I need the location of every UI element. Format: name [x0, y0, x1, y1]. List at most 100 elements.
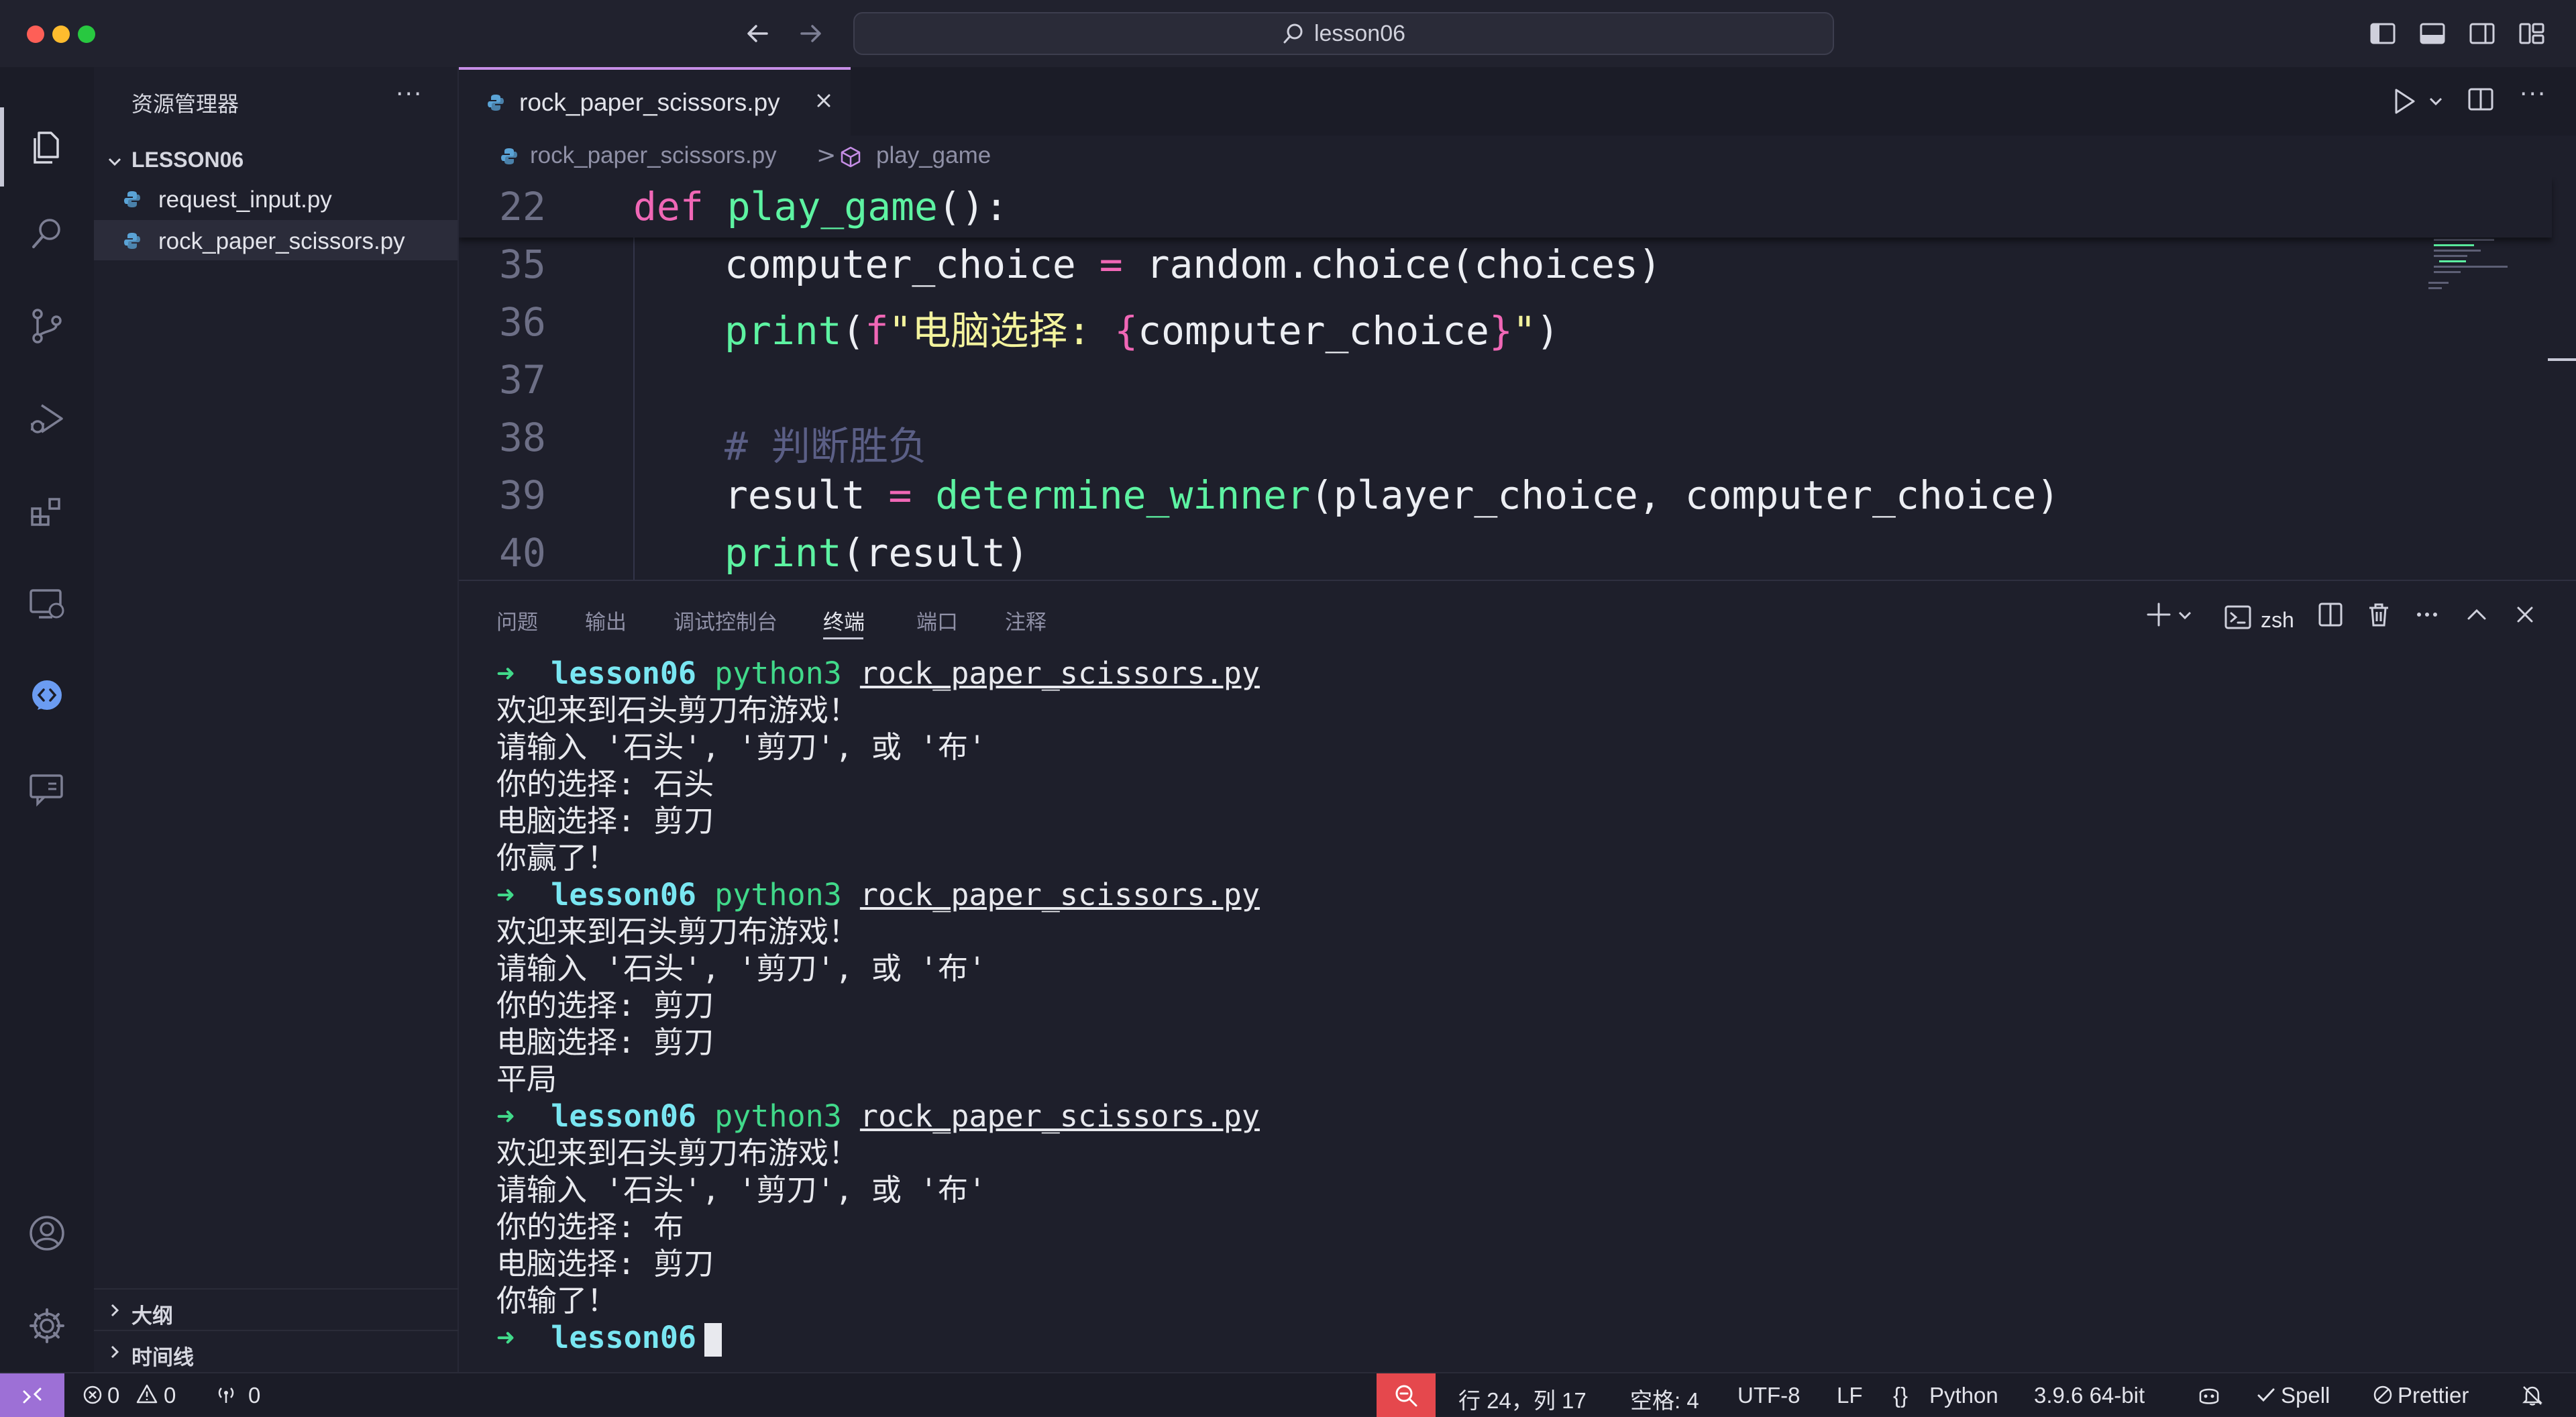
timeline-section[interactable]: 时间线 [94, 1330, 459, 1371]
terminal-line: 你的选择: 剪刀 [496, 988, 714, 1023]
code-operator: = [1075, 242, 1146, 287]
python-file-icon [488, 95, 504, 111]
python-file-icon [124, 191, 140, 207]
file-request-input[interactable]: request_input.py [94, 178, 458, 219]
prettier-status[interactable]: Prettier [2398, 1383, 2469, 1408]
copilot-icon[interactable] [2196, 1383, 2222, 1408]
sticky-scroll-header[interactable]: 22 def play_game(): [459, 177, 2552, 238]
close-panel-icon[interactable] [2510, 600, 2540, 629]
split-editor-icon[interactable] [2466, 85, 2496, 114]
prompt-dir: lesson06 [551, 877, 697, 912]
zoom-indicator[interactable] [1377, 1373, 1436, 1417]
chevron-down-icon[interactable] [2427, 93, 2445, 110]
code-punct: (): [937, 184, 1008, 229]
breadcrumb-symbol[interactable]: play_game [876, 142, 991, 169]
search-icon[interactable] [20, 207, 74, 260]
command-file-link[interactable]: rock_paper_scissors.py [860, 877, 1260, 912]
language-mode[interactable]: Python [1929, 1383, 1998, 1408]
command-file-link[interactable]: rock_paper_scissors.py [860, 655, 1260, 691]
sidebar-more-button[interactable]: ··· [396, 81, 423, 108]
breadcrumb-file[interactable]: rock_paper_scissors.py [530, 142, 777, 169]
outline-label: 大纲 [131, 1304, 173, 1328]
encoding[interactable]: UTF-8 [1737, 1383, 1801, 1408]
code-editor[interactable]: 22 def play_game(): 35 computer_choice =… [459, 177, 2576, 580]
zoom-window-button[interactable] [78, 25, 95, 43]
toggle-primary-sidebar-icon[interactable] [2368, 19, 2398, 48]
maximize-panel-icon[interactable] [2462, 600, 2491, 629]
gear-icon[interactable] [20, 1299, 74, 1353]
forward-arrow-icon[interactable] [795, 17, 827, 50]
spell-check[interactable]: Spell [2281, 1383, 2330, 1408]
scrollbar-indicator[interactable] [2548, 358, 2576, 361]
toggle-panel-icon[interactable] [2418, 19, 2447, 48]
terminal-shell-name[interactable]: zsh [2261, 608, 2294, 633]
comments-icon[interactable] [20, 762, 74, 816]
vscode-window: lesson06 资源管理器 ··· LESSON06 request_inpu… [0, 0, 2576, 1417]
ports-icon[interactable] [215, 1383, 237, 1406]
tab-output[interactable]: 输出 [585, 605, 627, 635]
minimize-window-button[interactable] [52, 25, 70, 43]
terminal-line: 你输了！ [496, 1283, 618, 1318]
chevron-down-icon[interactable] [2176, 607, 2194, 624]
close-window-button[interactable] [27, 25, 44, 43]
zoom-icon [1395, 1385, 1417, 1406]
more-icon[interactable] [2412, 600, 2442, 629]
split-terminal-icon[interactable] [2316, 600, 2345, 629]
tab-label: rock_paper_scissors.py [519, 89, 780, 116]
extensions-icon[interactable] [20, 484, 74, 538]
active-tab-underline [823, 637, 863, 639]
toggle-secondary-sidebar-icon[interactable] [2467, 19, 2497, 48]
line-number: 35 [499, 242, 546, 287]
code-token: print [724, 530, 842, 576]
command-file-link[interactable]: rock_paper_scissors.py [860, 1098, 1260, 1134]
code-row: 40 print(result) [459, 530, 2552, 580]
language-braces-icon: {} [1893, 1383, 1909, 1408]
tab-terminal[interactable]: 终端 [823, 605, 865, 635]
code-punct: } [1489, 308, 1513, 354]
cursor-position[interactable]: 行 24，列 17 [1458, 1383, 1587, 1415]
back-arrow-icon[interactable] [741, 17, 773, 50]
notifications-bell-icon[interactable] [2520, 1383, 2545, 1408]
indentation[interactable]: 空格: 4 [1630, 1383, 1699, 1415]
explorer-icon[interactable] [20, 119, 74, 173]
code-line: result = determine_winner(player_choice,… [724, 472, 2059, 518]
error-count[interactable]: 0 [107, 1383, 119, 1408]
folder-lesson06[interactable]: LESSON06 [94, 141, 459, 176]
close-icon[interactable] [813, 90, 835, 111]
prompt-arrow: ➜ [496, 1320, 515, 1355]
error-icon[interactable] [82, 1384, 103, 1406]
tab-problems[interactable]: 问题 [496, 605, 538, 635]
python-interpreter[interactable]: 3.9.6 64-bit [2034, 1383, 2145, 1408]
code-punct: ) [1536, 308, 1560, 354]
chat-icon[interactable] [20, 670, 74, 723]
tab-comments[interactable]: 注释 [1005, 605, 1046, 635]
end-of-line[interactable]: LF [1837, 1383, 1863, 1408]
remote-explorer-icon[interactable] [20, 577, 74, 631]
source-control-icon[interactable] [20, 299, 74, 353]
run-and-debug-icon[interactable] [20, 392, 74, 445]
new-terminal-icon[interactable] [2144, 600, 2174, 629]
terminal-line: 你赢了！ [496, 840, 618, 876]
code-token: determine_winner [935, 472, 1310, 518]
file-rock-paper-scissors[interactable]: rock_paper_scissors.py [94, 220, 458, 260]
tab-ports[interactable]: 端口 [916, 605, 958, 635]
activity-bar [0, 67, 94, 1372]
customize-layout-icon[interactable] [2517, 19, 2546, 48]
warning-icon[interactable] [136, 1383, 158, 1406]
remote-indicator[interactable] [0, 1373, 64, 1417]
accounts-icon[interactable] [20, 1206, 74, 1260]
outline-section[interactable]: 大纲 [94, 1288, 459, 1330]
ports-count[interactable]: 0 [248, 1383, 260, 1408]
folder-label: LESSON06 [131, 148, 244, 172]
tab-rock-paper-scissors[interactable]: rock_paper_scissors.py [459, 67, 851, 136]
tab-debug-console[interactable]: 调试控制台 [674, 605, 777, 635]
terminal-output[interactable]: ➜ lesson06 python3 rock_paper_scissors.p… [496, 655, 2563, 1357]
chevron-right-icon [111, 1304, 119, 1317]
code-row: 37 [459, 357, 2552, 415]
editor-more-button[interactable]: ··· [2520, 81, 2546, 108]
method-cube-icon [841, 146, 861, 168]
run-icon[interactable] [2391, 86, 2418, 117]
trash-icon[interactable] [2364, 600, 2394, 629]
command-center[interactable]: lesson06 [853, 12, 1834, 55]
warning-count[interactable]: 0 [164, 1383, 176, 1408]
